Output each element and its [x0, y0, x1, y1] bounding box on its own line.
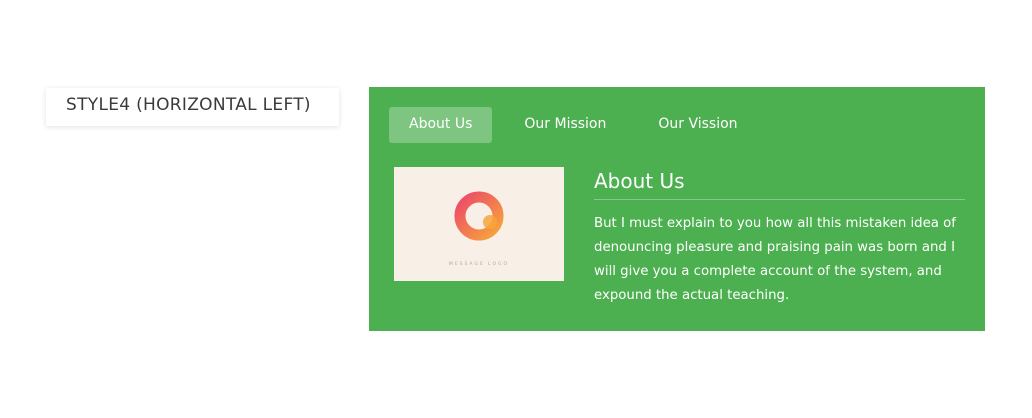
- logo-graphic: MESSAGE LOGO: [449, 191, 509, 267]
- tab-bar: About Us Our Mission Our Vission: [389, 107, 770, 143]
- content-title: About Us: [594, 169, 965, 200]
- style-label: STYLE4 (HORIZONTAL LEFT): [46, 88, 339, 126]
- tab-content: About Us But I must explain to you how a…: [594, 169, 965, 308]
- tab-panel: About Us Our Mission Our Vission MESSAGE…: [369, 87, 985, 331]
- tab-our-vission[interactable]: Our Vission: [638, 107, 757, 143]
- content-body: But I must explain to you how all this m…: [594, 216, 956, 303]
- logo-dot: [483, 215, 497, 229]
- logo-image: MESSAGE LOGO: [394, 167, 564, 281]
- tab-our-mission[interactable]: Our Mission: [504, 107, 626, 143]
- logo-caption: MESSAGE LOGO: [449, 261, 509, 267]
- tab-about-us[interactable]: About Us: [389, 107, 493, 143]
